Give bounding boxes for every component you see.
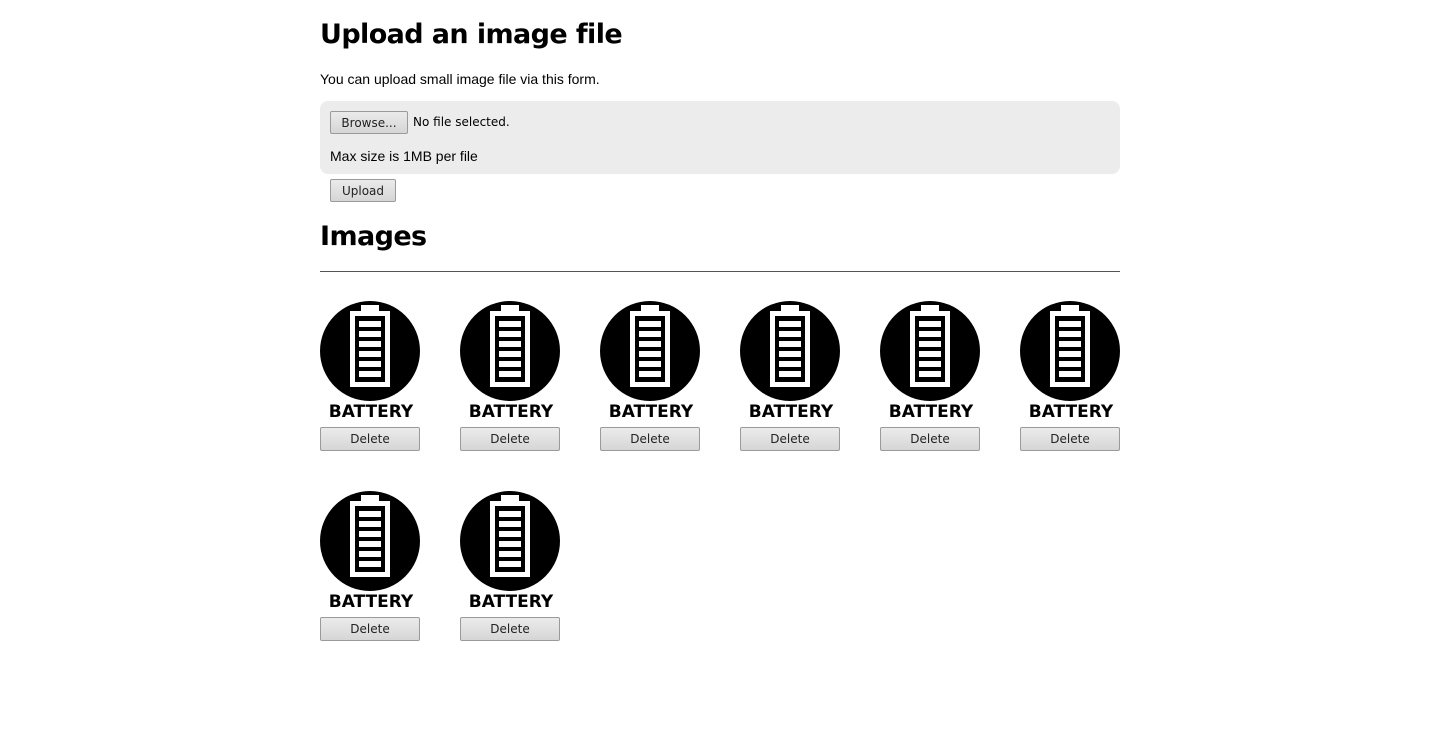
delete-button[interactable]: Delete <box>600 427 700 451</box>
browse-button[interactable]: Browse... <box>330 111 408 134</box>
delete-button[interactable]: Delete <box>1020 427 1120 451</box>
battery-icon <box>1050 305 1090 387</box>
image-tile: BATTERY Delete <box>460 300 560 451</box>
upload-button[interactable]: Upload <box>330 179 396 202</box>
image-gallery: BATTERY Delete BATTERY Delete BATTERY Delete B… <box>320 300 1120 641</box>
battery-icon <box>630 305 670 387</box>
battery-image: BATTERY <box>460 491 560 610</box>
battery-caption: BATTERY <box>889 402 974 420</box>
battery-image: BATTERY <box>600 301 700 420</box>
delete-button[interactable]: Delete <box>460 617 560 641</box>
battery-caption: BATTERY <box>749 402 834 420</box>
image-tile: BATTERY Delete <box>320 490 420 641</box>
image-tile: BATTERY Delete <box>600 300 700 451</box>
battery-caption: BATTERY <box>469 402 554 420</box>
battery-icon <box>350 495 390 577</box>
battery-icon <box>910 305 950 387</box>
battery-caption: BATTERY <box>1029 402 1114 420</box>
battery-icon <box>350 305 390 387</box>
upload-intro-text: You can upload small image file via this… <box>320 71 600 87</box>
upload-form: Browse... No file selected. Max size is … <box>320 101 1120 174</box>
battery-image: BATTERY <box>1020 301 1120 420</box>
image-tile: BATTERY Delete <box>320 300 420 451</box>
image-tile: BATTERY Delete <box>460 490 560 641</box>
battery-image: BATTERY <box>880 301 980 420</box>
image-tile: BATTERY Delete <box>1020 300 1120 451</box>
upload-title: Upload an image file <box>320 19 623 50</box>
file-status-text: No file selected. <box>413 115 510 129</box>
image-tile: BATTERY Delete <box>740 300 840 451</box>
delete-button[interactable]: Delete <box>320 427 420 451</box>
max-size-text: Max size is 1MB per file <box>330 148 478 164</box>
battery-icon <box>770 305 810 387</box>
battery-icon <box>490 495 530 577</box>
images-title: Images <box>320 221 427 252</box>
battery-image: BATTERY <box>460 301 560 420</box>
battery-caption: BATTERY <box>329 402 414 420</box>
battery-icon <box>490 305 530 387</box>
image-tile: BATTERY Delete <box>880 300 980 451</box>
battery-image: BATTERY <box>740 301 840 420</box>
section-divider <box>320 271 1120 272</box>
battery-caption: BATTERY <box>469 592 554 610</box>
delete-button[interactable]: Delete <box>740 427 840 451</box>
battery-caption: BATTERY <box>609 402 694 420</box>
delete-button[interactable]: Delete <box>880 427 980 451</box>
delete-button[interactable]: Delete <box>320 617 420 641</box>
delete-button[interactable]: Delete <box>460 427 560 451</box>
battery-image: BATTERY <box>320 491 420 610</box>
battery-caption: BATTERY <box>329 592 414 610</box>
battery-image: BATTERY <box>320 301 420 420</box>
